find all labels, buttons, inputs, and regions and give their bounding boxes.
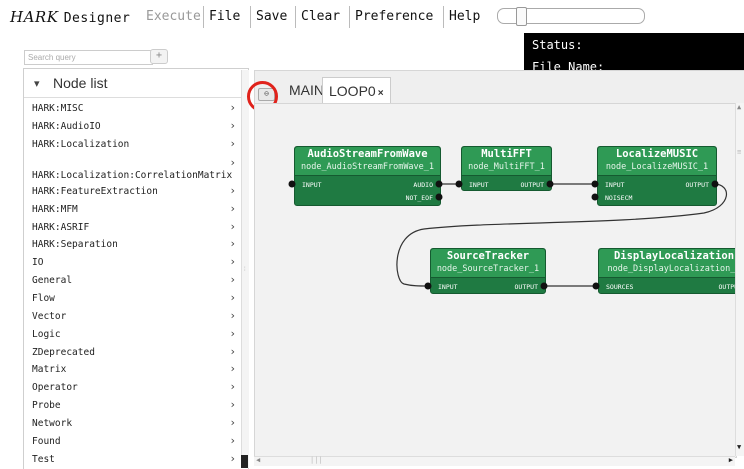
node-category-item[interactable]: HARK:FeatureExtraction › xyxy=(24,183,242,200)
chevron-right-icon: › xyxy=(229,345,236,358)
node-category-item[interactable]: Network › xyxy=(24,415,242,432)
zoom-slider[interactable] xyxy=(497,7,645,26)
connection-wires xyxy=(288,180,728,290)
save-button[interactable]: Save xyxy=(250,6,292,28)
node-category-item[interactable]: HARK:Localization:CorrelationMatrix › xyxy=(24,154,242,181)
port-dot xyxy=(424,282,432,290)
scroll-down-icon[interactable]: ▼ xyxy=(737,443,741,451)
status-label: Status: xyxy=(532,38,583,52)
chevron-right-icon: › xyxy=(229,156,236,169)
clear-button[interactable]: Clear xyxy=(295,6,345,28)
close-icon[interactable]: × xyxy=(378,88,384,99)
node-category-item[interactable]: Matrix › xyxy=(24,361,242,378)
node-category-item[interactable]: Vector › xyxy=(24,308,242,325)
chevron-right-icon: › xyxy=(229,273,236,286)
chevron-right-icon: › xyxy=(229,220,236,233)
chevron-right-icon: › xyxy=(229,237,236,250)
app-brand: HARK xyxy=(10,8,59,26)
port-dot xyxy=(591,193,599,201)
chevron-right-icon: › xyxy=(229,309,236,322)
chevron-right-icon: › xyxy=(229,416,236,429)
port-dot xyxy=(711,180,719,188)
search-input[interactable]: Search query xyxy=(24,50,153,65)
node-category-item[interactable]: ZDeprecated › xyxy=(24,344,242,361)
chevron-right-icon: › xyxy=(229,327,236,340)
chevron-right-icon: › xyxy=(229,137,236,150)
node-category-item[interactable]: General › xyxy=(24,272,242,289)
chevron-right-icon: › xyxy=(229,255,236,268)
node-category-item[interactable]: HARK:ASRIF › xyxy=(24,219,242,236)
chevron-right-icon: › xyxy=(229,362,236,375)
wire-music-to-tracker xyxy=(396,183,728,287)
chevron-right-icon: › xyxy=(229,119,236,132)
node-category-item[interactable]: IO › xyxy=(24,254,242,271)
scroll-grip-icon: ≡ xyxy=(737,148,742,156)
chevron-right-icon: › xyxy=(229,398,236,411)
node-category-item[interactable]: HARK:MISC › xyxy=(24,100,242,117)
node-category-item[interactable]: Logic › xyxy=(24,326,242,343)
tab-bar: MAIN LOOP0 × xyxy=(254,70,744,106)
port-dot xyxy=(540,282,548,290)
port-dot xyxy=(435,193,443,201)
chevron-down-icon: ▾ xyxy=(34,78,40,90)
app-logo: HARK Designer xyxy=(10,8,130,26)
port-dot xyxy=(435,180,443,188)
node-category-item[interactable]: HARK:MFM › xyxy=(24,201,242,218)
node-list-scrollbar[interactable]: ⁞ xyxy=(241,70,249,468)
node-category-item[interactable]: Operator › xyxy=(24,379,242,396)
chevron-right-icon: › xyxy=(229,452,236,465)
node-category-item[interactable]: Found › xyxy=(24,433,242,450)
node-category-item[interactable]: Flow › xyxy=(24,290,242,307)
preference-menu[interactable]: Preference xyxy=(349,6,438,28)
port-dot xyxy=(592,282,600,290)
chevron-right-icon: › xyxy=(229,291,236,304)
port-dot xyxy=(455,180,463,188)
node-category-item[interactable]: HARK:Separation › xyxy=(24,236,242,253)
app-brand-sub: Designer xyxy=(63,11,131,26)
chevron-right-icon: › xyxy=(229,434,236,447)
chevron-right-icon: › xyxy=(229,184,236,197)
node-list-header[interactable]: ▾ Node list xyxy=(24,69,248,98)
scroll-right-icon[interactable]: ▶ xyxy=(729,456,733,464)
chevron-right-icon: › xyxy=(229,202,236,215)
zoom-slider-thumb[interactable] xyxy=(516,7,527,26)
canvas-horizontal-scrollbar[interactable]: ◀ ||| ▶ xyxy=(254,456,735,466)
port-dot xyxy=(288,180,296,188)
file-menu[interactable]: File xyxy=(203,6,245,28)
tab-loop0-label: LOOP0 xyxy=(329,83,376,99)
tab-loop0[interactable]: LOOP0 × xyxy=(322,77,391,106)
splitter-handle-icon[interactable]: ⁞ xyxy=(243,266,248,286)
port-dot xyxy=(546,180,554,188)
node-list-scroll-thumb[interactable] xyxy=(241,455,248,468)
scroll-grip-icon: ||| xyxy=(310,456,323,464)
node-category-item[interactable]: Probe › xyxy=(24,397,242,414)
chevron-right-icon: › xyxy=(229,101,236,114)
help-menu[interactable]: Help xyxy=(443,6,485,28)
scroll-up-icon[interactable]: ▲ xyxy=(737,103,741,111)
port-dot xyxy=(591,180,599,188)
node-category-item[interactable]: HARK:Localization › xyxy=(24,136,242,153)
execute-button[interactable]: Execute xyxy=(141,6,206,28)
node-category-item[interactable]: HARK:AudioIO › xyxy=(24,118,242,135)
chevron-right-icon: › xyxy=(229,380,236,393)
node-list-panel: ▾ Node list HARK:MISC › HARK:AudioIO › HAR… xyxy=(23,68,249,469)
node-category-item[interactable]: Test › xyxy=(24,451,242,468)
canvas-vertical-scrollbar[interactable]: ▲ ≡ ▼ xyxy=(735,103,744,456)
menu-bar: HARK Designer Execute File Save Clear Pr… xyxy=(0,0,744,34)
node-list-title: Node list xyxy=(53,75,108,91)
search-add-button[interactable]: + xyxy=(150,49,168,64)
scroll-left-icon[interactable]: ◀ xyxy=(256,456,260,464)
